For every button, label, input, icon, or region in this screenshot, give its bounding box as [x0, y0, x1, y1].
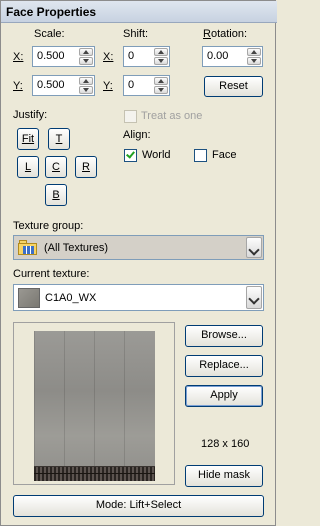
justify-top-button[interactable]: T	[48, 128, 70, 150]
justify-left-label: L	[24, 161, 32, 173]
current-texture-select[interactable]: C1A0_WX	[13, 284, 264, 311]
justify-right-button[interactable]: R	[75, 156, 97, 178]
shift-y-label: Y:	[103, 80, 113, 92]
spin-down-icon[interactable]	[247, 57, 261, 65]
rotation-label: Rotation:	[203, 28, 248, 40]
scale-x-spinner[interactable]: 0.500	[32, 46, 95, 67]
justify-bottom-button[interactable]: B	[45, 184, 67, 206]
hide-mask-button[interactable]: Hide mask	[185, 465, 263, 487]
justify-fit-label: Fit	[21, 133, 35, 145]
current-texture-value: C1A0_WX	[45, 292, 97, 304]
chevron-down-icon[interactable]	[246, 286, 262, 309]
shift-x-label: X:	[103, 51, 114, 63]
chevron-down-icon[interactable]	[246, 237, 262, 258]
spin-down-icon[interactable]	[79, 57, 93, 65]
spin-down-icon[interactable]	[154, 86, 168, 94]
apply-button[interactable]: Apply	[185, 385, 263, 407]
replace-button[interactable]: Replace...	[185, 355, 263, 377]
justify-left-button[interactable]: L	[17, 156, 39, 178]
align-world-label: World	[142, 149, 171, 161]
justify-bottom-label: B	[52, 189, 60, 201]
spin-up-icon[interactable]	[154, 77, 168, 85]
browse-button[interactable]: Browse...	[185, 325, 263, 347]
texture-folder-icon	[18, 239, 38, 256]
shift-x-spinner[interactable]: 0	[123, 46, 170, 67]
treat-as-one-label: Treat as one	[141, 110, 203, 122]
spin-up-icon[interactable]	[247, 48, 261, 56]
title-bar: Face Properties	[1, 1, 277, 23]
texture-image	[34, 331, 155, 481]
spin-down-icon[interactable]	[79, 86, 93, 94]
mode-button[interactable]: Mode: Lift+Select	[13, 495, 264, 517]
current-texture-label: Current texture:	[13, 268, 90, 280]
face-properties-panel: Face Properties Scale: X: 0.500 Y: 0.500…	[0, 0, 277, 526]
scale-y-label: Y:	[13, 80, 23, 92]
texture-group-value: (All Textures)	[44, 242, 108, 254]
justify-center-label: C	[52, 161, 60, 173]
spin-up-icon[interactable]	[154, 48, 168, 56]
align-face-label: Face	[212, 149, 237, 161]
rotation-value[interactable]: 0.00	[207, 50, 228, 62]
shift-y-value[interactable]: 0	[128, 79, 134, 91]
shift-label: Shift:	[123, 28, 149, 40]
checkmark-icon	[126, 149, 135, 159]
align-label: Align:	[123, 129, 151, 141]
spin-up-icon[interactable]	[79, 77, 93, 85]
texture-size: 128 x 160	[201, 438, 250, 450]
shift-x-value[interactable]: 0	[128, 50, 134, 62]
spin-up-icon[interactable]	[79, 48, 93, 56]
scale-label: Scale:	[34, 28, 65, 40]
scale-x-label: X:	[13, 51, 24, 63]
spin-down-icon[interactable]	[154, 57, 168, 65]
rotation-spinner[interactable]: 0.00	[202, 46, 263, 67]
shift-y-spinner[interactable]: 0	[123, 75, 170, 96]
rotation-label-text: otation:	[210, 28, 248, 40]
texture-group-label: Texture group:	[13, 220, 84, 232]
justify-fit-button[interactable]: Fit	[17, 128, 39, 150]
texture-thumbnail-icon	[18, 288, 40, 308]
justify-right-label: R	[82, 161, 90, 173]
treat-as-one-checkbox[interactable]	[124, 110, 137, 123]
texture-group-select[interactable]: (All Textures)	[13, 235, 264, 260]
justify-top-label: T	[55, 133, 63, 145]
texture-grate	[34, 466, 155, 481]
align-world-checkbox[interactable]	[124, 149, 137, 162]
texture-preview	[13, 322, 175, 485]
scale-x-value[interactable]: 0.500	[37, 50, 65, 62]
reset-button[interactable]: Reset	[204, 76, 263, 97]
scale-y-spinner[interactable]: 0.500	[32, 75, 95, 96]
scale-y-value[interactable]: 0.500	[37, 79, 65, 91]
panel-title: Face Properties	[6, 5, 97, 19]
align-face-checkbox[interactable]	[194, 149, 207, 162]
justify-center-button[interactable]: C	[45, 156, 67, 178]
justify-label: Justify:	[13, 109, 48, 121]
